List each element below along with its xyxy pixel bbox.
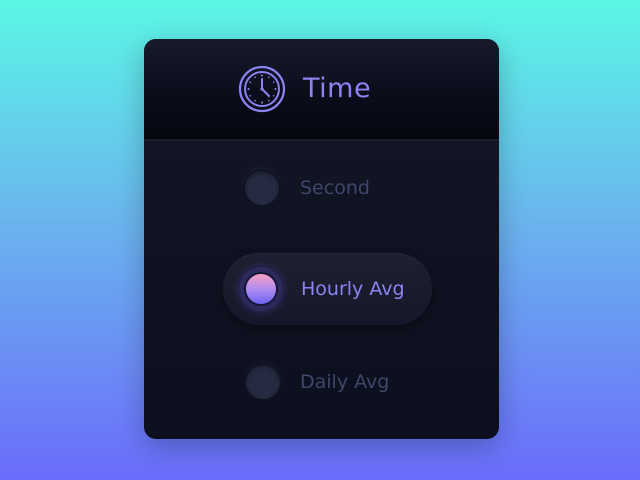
option-label-second: Second xyxy=(300,177,370,199)
option-label-daily-avg: Daily Avg xyxy=(300,371,390,393)
radio-hourly-avg[interactable] xyxy=(239,267,283,311)
option-hourly-avg[interactable]: Hourly Avg xyxy=(223,253,432,325)
radio-second[interactable] xyxy=(245,171,279,205)
radio-daily-avg[interactable] xyxy=(246,365,280,399)
radio-selected-dot xyxy=(246,274,276,304)
card-header: Time xyxy=(144,39,499,139)
clock-icon xyxy=(238,65,286,113)
option-label-hourly-avg: Hourly Avg xyxy=(301,278,405,300)
panel-title: Time xyxy=(303,73,372,104)
time-selector-card: Time Second Hourly Avg Daily Avg xyxy=(144,39,499,439)
